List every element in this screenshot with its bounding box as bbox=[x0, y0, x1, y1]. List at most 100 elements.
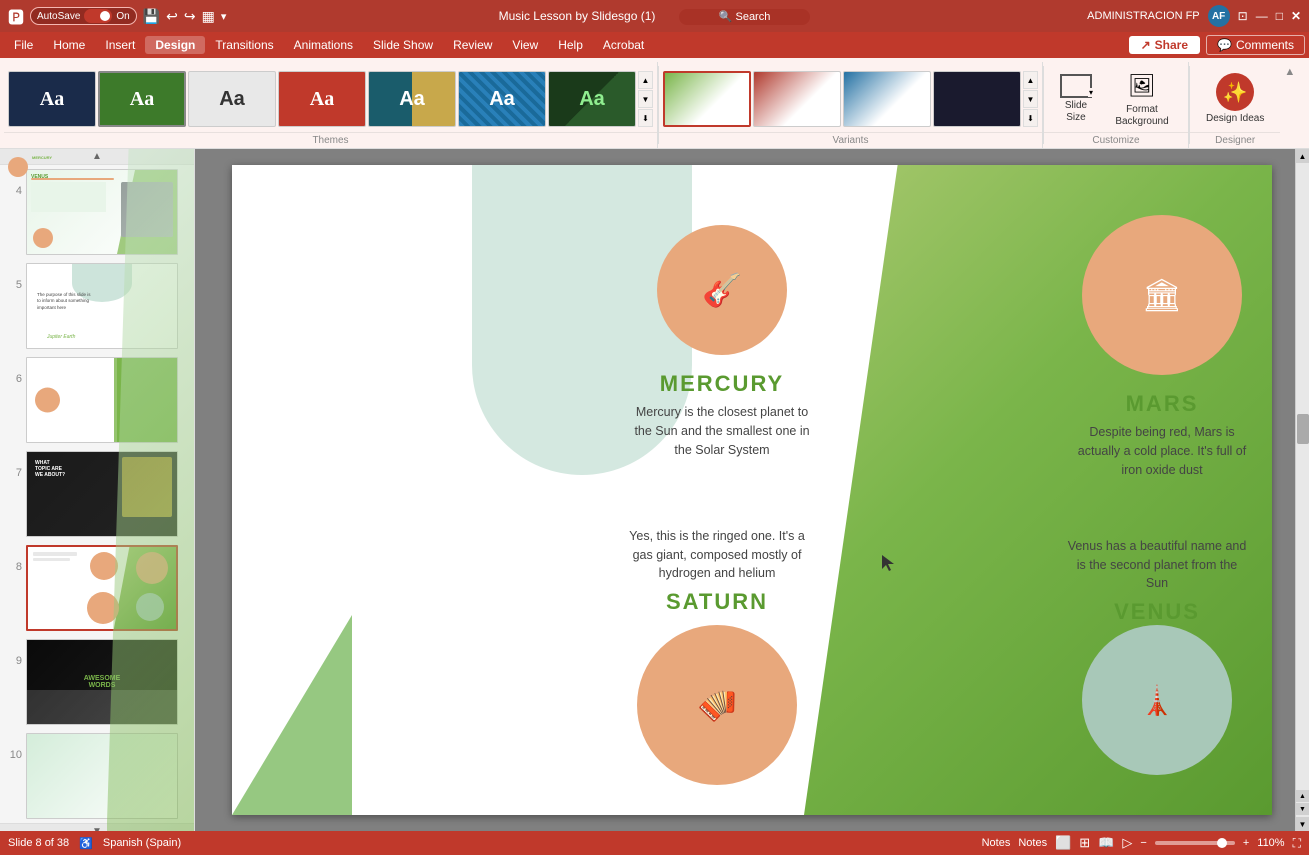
design-ideas-label: Design Ideas bbox=[1206, 113, 1264, 125]
mars-circle: 🏛 bbox=[1082, 215, 1242, 375]
language-label: Spanish (Spain) bbox=[103, 837, 181, 849]
fit-slide-btn[interactable]: ⛶ bbox=[1293, 836, 1301, 851]
saturn-desc: Yes, this is the ringed one. It's a gas … bbox=[627, 527, 807, 583]
redo-icon[interactable]: ↪ bbox=[184, 8, 196, 25]
ribbon-collapse-btn[interactable]: ▲ bbox=[1284, 66, 1295, 78]
slide-info: Slide 8 of 38 bbox=[8, 837, 69, 849]
slide-panel-scroll-up[interactable]: ▲ bbox=[92, 151, 102, 162]
zoom-out-btn[interactable]: − bbox=[1140, 837, 1146, 849]
notes-label[interactable]: Notes bbox=[1018, 837, 1047, 849]
notes-button[interactable]: Notes bbox=[982, 837, 1011, 849]
save-icon[interactable]: 💾 bbox=[143, 8, 160, 25]
vscroll-line-down[interactable]: ▼ bbox=[1296, 803, 1309, 815]
slide-size-button[interactable]: ▾ SlideSize bbox=[1052, 70, 1100, 128]
menu-review[interactable]: Review bbox=[443, 36, 502, 54]
maximize-button[interactable]: □ bbox=[1276, 9, 1283, 23]
zoom-slider[interactable] bbox=[1155, 841, 1235, 845]
theme-item-4[interactable]: Aa bbox=[278, 71, 366, 127]
slide-bg-triangle bbox=[232, 615, 352, 815]
menu-animations[interactable]: Animations bbox=[284, 36, 363, 54]
menu-view[interactable]: View bbox=[502, 36, 548, 54]
menu-design[interactable]: Design bbox=[145, 36, 205, 54]
ribbon-collapse-icon[interactable]: ⊡ bbox=[1238, 9, 1248, 23]
menu-transitions[interactable]: Transitions bbox=[205, 36, 283, 54]
slide-size-label: SlideSize bbox=[1065, 100, 1087, 124]
comments-button[interactable]: 💬 Comments bbox=[1206, 35, 1305, 55]
autosave-badge[interactable]: AutoSave On bbox=[30, 7, 137, 25]
design-ideas-icon: ✨ bbox=[1216, 73, 1254, 111]
username-label: ADMINISTRACION FP bbox=[1087, 10, 1199, 22]
themes-scroll-down[interactable]: ▼ bbox=[638, 90, 653, 108]
slide-num-4: 4 bbox=[6, 185, 22, 197]
slide-panel-scroll-down[interactable]: ▼ bbox=[92, 826, 102, 831]
user-avatar: AF bbox=[1208, 5, 1230, 27]
menu-bar: File Home Insert Design Transitions Anim… bbox=[0, 32, 1309, 58]
main-area: ▲ 4 VENUS 5 bbox=[0, 149, 1309, 831]
saturn-circle: 🪗 bbox=[637, 625, 797, 785]
format-background-button[interactable]: 🖼 Format Background bbox=[1104, 66, 1180, 132]
themes-scroll[interactable]: ▲ ▼ ⬇ bbox=[638, 71, 653, 127]
menu-acrobat[interactable]: Acrobat bbox=[593, 36, 654, 54]
mars-desc: Despite being red, Mars is actually a co… bbox=[1072, 423, 1252, 479]
thumb-img-10: MERCURY bbox=[26, 733, 178, 819]
zoom-level[interactable]: 110% bbox=[1257, 837, 1284, 849]
slide-num-7: 7 bbox=[6, 467, 22, 479]
vscroll-line-up[interactable]: ▲ bbox=[1296, 790, 1309, 802]
zoom-thumb bbox=[1217, 838, 1227, 848]
slideshow-btn[interactable]: ▷ bbox=[1122, 835, 1132, 851]
variant-item-4[interactable] bbox=[933, 71, 1021, 127]
undo-icon[interactable]: ↩ bbox=[166, 8, 178, 25]
venus-desc: Venus has a beautiful name and is the se… bbox=[1067, 537, 1247, 593]
slide-canvas[interactable]: 🎸 MERCURY Mercury is the closest planet … bbox=[232, 165, 1272, 815]
title-bar-right: ADMINISTRACION FP AF ⊡ — □ ✕ bbox=[870, 5, 1301, 27]
menu-help[interactable]: Help bbox=[548, 36, 593, 54]
theme-item-2[interactable]: Aa bbox=[98, 71, 186, 127]
menu-home[interactable]: Home bbox=[43, 36, 95, 54]
customize-qat-icon[interactable]: ▾ bbox=[221, 10, 227, 23]
theme-item-5[interactable]: Aa bbox=[368, 71, 456, 127]
autosave-toggle[interactable] bbox=[84, 9, 112, 23]
menu-file[interactable]: File bbox=[4, 36, 43, 54]
variants-scroll-up[interactable]: ▲ bbox=[1023, 71, 1038, 89]
reading-view-btn[interactable]: 📖 bbox=[1098, 835, 1114, 851]
themes-scroll-expand[interactable]: ⬇ bbox=[638, 109, 653, 127]
present-icon[interactable]: ▦ bbox=[202, 8, 215, 25]
ribbon: Aa Aa Aa Aa Aa Aa Aa ▲ ▼ ⬇ Themes bbox=[0, 58, 1309, 149]
variant-item-1[interactable] bbox=[663, 71, 751, 127]
variant-item-2[interactable] bbox=[753, 71, 841, 127]
theme-item-6[interactable]: Aa bbox=[458, 71, 546, 127]
mars-section: 🏛 MARS Despite being red, Mars is actual… bbox=[1052, 215, 1272, 479]
vscroll-down[interactable]: ▼ bbox=[1296, 817, 1309, 831]
normal-view-btn[interactable]: ⬜ bbox=[1055, 835, 1071, 851]
minimize-button[interactable]: — bbox=[1256, 9, 1268, 23]
slide-thumb-10[interactable]: 10 MERCURY bbox=[0, 729, 194, 823]
variants-scroll-down[interactable]: ▼ bbox=[1023, 90, 1038, 108]
vscroll-thumb[interactable] bbox=[1297, 414, 1309, 444]
vscroll-up[interactable]: ▲ bbox=[1296, 149, 1309, 163]
variants-scroll-expand[interactable]: ⬇ bbox=[1023, 109, 1038, 127]
status-bar-right: Notes Notes ⬜ ⊞ 📖 ▷ − + 110% ⛶ bbox=[982, 835, 1301, 851]
accessibility-icon[interactable]: ♿ bbox=[79, 837, 93, 850]
design-ideas-button[interactable]: ✨ Design Ideas bbox=[1198, 69, 1272, 129]
menu-insert[interactable]: Insert bbox=[95, 36, 145, 54]
mercury-desc: Mercury is the closest planet to the Sun… bbox=[632, 403, 812, 459]
theme-item-7[interactable]: Aa bbox=[548, 71, 636, 127]
share-button[interactable]: ↗ Share bbox=[1129, 36, 1200, 54]
variant-item-3[interactable] bbox=[843, 71, 931, 127]
menu-slideshow[interactable]: Slide Show bbox=[363, 36, 443, 54]
slide-num-5: 5 bbox=[6, 279, 22, 291]
slide-panel: ▲ 4 VENUS 5 bbox=[0, 149, 195, 831]
close-button[interactable]: ✕ bbox=[1291, 9, 1301, 23]
themes-scroll-up[interactable]: ▲ bbox=[638, 71, 653, 89]
slide-num-6: 6 bbox=[6, 373, 22, 385]
venus-section: 🗼 VENUS Venus has a beautiful name and i… bbox=[1052, 537, 1262, 785]
mercury-section: 🎸 MERCURY Mercury is the closest planet … bbox=[622, 225, 822, 459]
slide-sorter-btn[interactable]: ⊞ bbox=[1079, 835, 1090, 851]
zoom-in-btn[interactable]: + bbox=[1243, 837, 1249, 849]
autosave-label: AutoSave bbox=[37, 11, 80, 22]
status-bar: Slide 8 of 38 ♿ Spanish (Spain) Notes No… bbox=[0, 831, 1309, 855]
variants-scroll[interactable]: ▲ ▼ ⬇ bbox=[1023, 71, 1038, 127]
theme-item-1[interactable]: Aa bbox=[8, 71, 96, 127]
theme-item-3[interactable]: Aa bbox=[188, 71, 276, 127]
mercury-circle: 🎸 bbox=[657, 225, 787, 355]
